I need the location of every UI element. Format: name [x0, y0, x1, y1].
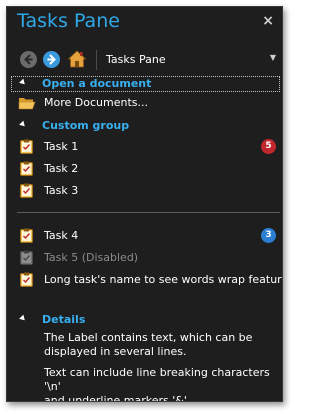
navigation-bar: Tasks Pane ▼	[7, 47, 282, 73]
task-label: Task 5 (Disabled)	[44, 251, 139, 264]
task-clipboard-icon	[20, 139, 33, 154]
task-item-3[interactable]: Task 3	[7, 181, 282, 201]
task-item-2[interactable]: Task 2	[7, 159, 282, 179]
collapse-triangle-icon[interactable]	[19, 120, 27, 129]
group-label: Custom group	[42, 119, 130, 132]
title-bar: Tasks Pane ×	[7, 7, 282, 41]
details-line: and underline markers '&'	[44, 394, 276, 402]
details-line: displayed in several lines.	[44, 345, 187, 358]
task-item-5-disabled: Task 5 (Disabled)	[7, 248, 282, 268]
nav-current-page[interactable]: Tasks Pane	[106, 53, 166, 66]
group-label: Details	[42, 313, 86, 326]
group-header-open-document[interactable]: Open a document	[11, 76, 280, 92]
back-arrow-icon[interactable]	[20, 51, 37, 68]
chevron-down-icon[interactable]: ▼	[270, 53, 276, 62]
folder-open-icon	[18, 96, 36, 110]
task-label: Task 3	[44, 184, 79, 197]
nav-separator	[96, 50, 97, 70]
task-label: Long task's name to see words wrap featu…	[44, 273, 283, 286]
collapse-triangle-icon[interactable]	[19, 78, 27, 87]
task-clipboard-icon	[20, 228, 33, 243]
tasks-pane: Tasks Pane × Tasks Pane ▼ Open a documen	[6, 6, 283, 402]
pane-title: Tasks Pane	[17, 10, 120, 32]
details-line: Text can include line breaking character…	[44, 366, 270, 393]
close-icon[interactable]: ×	[262, 13, 274, 29]
task-label: Task 2	[44, 162, 79, 175]
task-count-badge: 5	[261, 139, 276, 154]
group-label: Open a document	[42, 77, 152, 90]
forward-arrow-icon[interactable]	[43, 51, 60, 68]
collapse-triangle-icon[interactable]	[19, 314, 27, 323]
task-item-long-name[interactable]: Long task's name to see words wrap featu…	[7, 270, 282, 290]
task-count-badge: 3	[261, 228, 276, 243]
task-clipboard-icon	[20, 272, 33, 287]
details-text-fragment: nderline markers '&'	[75, 394, 187, 402]
task-item-more-documents[interactable]: More Documents...	[7, 93, 282, 113]
task-label: More Documents...	[44, 96, 148, 109]
group-header-details[interactable]: Details	[7, 312, 282, 328]
task-clipboard-icon	[20, 161, 33, 176]
group-divider	[17, 212, 280, 213]
details-label-text: The Label contains text, which can be di…	[44, 331, 276, 359]
task-label: Task 4	[44, 229, 79, 242]
details-text-fragment: and	[44, 394, 69, 402]
details-label-text-2: Text can include line breaking character…	[44, 366, 276, 402]
details-line: The Label contains text, which can be	[44, 331, 253, 344]
task-clipboard-icon	[20, 183, 33, 198]
task-item-1[interactable]: Task 1 5	[7, 137, 282, 157]
home-icon[interactable]	[67, 49, 87, 69]
task-clipboard-icon	[20, 250, 33, 265]
task-item-4[interactable]: Task 4 3	[7, 226, 282, 246]
group-header-custom[interactable]: Custom group	[7, 118, 282, 134]
task-label: Task 1	[44, 140, 79, 153]
